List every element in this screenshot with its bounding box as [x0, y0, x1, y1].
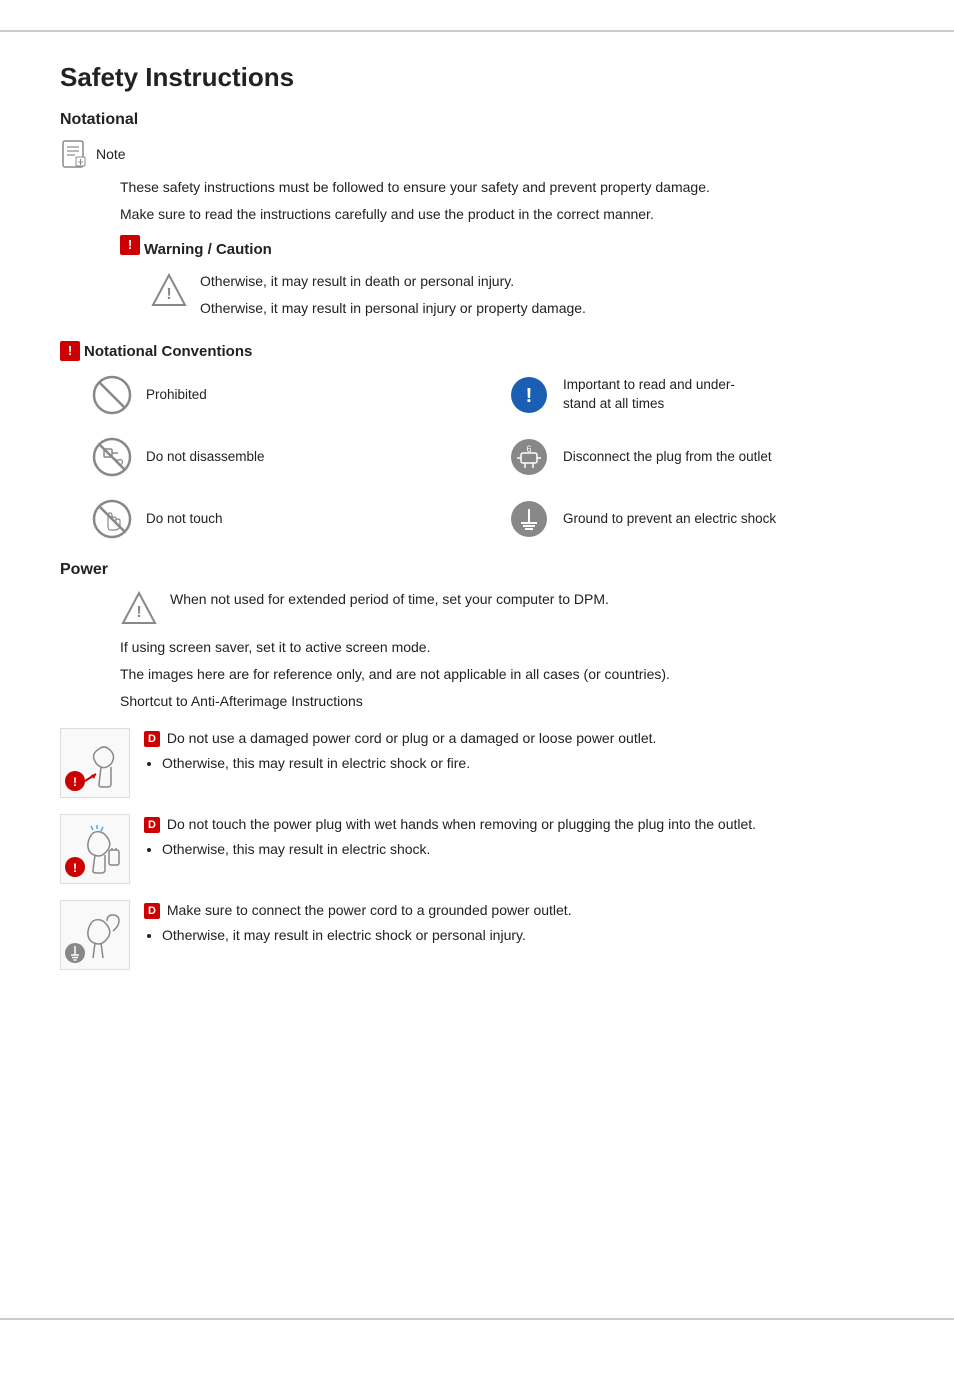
power-item3-main: D Make sure to connect the power cord to… — [144, 900, 894, 921]
warning-text1: Otherwise, it may result in death or per… — [200, 271, 894, 292]
note-label: Note — [96, 146, 126, 162]
power-img-1: ! — [60, 728, 130, 798]
convention-disassemble: Do not disassemble — [90, 435, 477, 479]
svg-text:!: ! — [73, 861, 77, 875]
warning-caution-row: ! Warning / Caution — [120, 235, 894, 265]
prohibited-label: Prohibited — [146, 386, 207, 405]
power-text4: Shortcut to Anti-Afterimage Instructions — [120, 691, 894, 712]
convention-disconnect: 6 Disconnect the plug from the outlet — [507, 435, 894, 479]
power-warning-icon: ! — [120, 589, 158, 627]
power-item2-bullet: Otherwise, this may result in electric s… — [162, 839, 894, 860]
svg-text:!: ! — [166, 286, 171, 303]
conventions-title-row: ! Notational Conventions — [60, 341, 894, 361]
power-item3-icon: D — [144, 903, 160, 919]
note-row: Note — [60, 139, 894, 169]
power-items: ! D Do not use a damaged power cord or p… — [60, 728, 894, 970]
power-item2-main: D Do not touch the power plug with wet h… — [144, 814, 894, 835]
notational-body1: These safety instructions must be follow… — [120, 177, 894, 198]
svg-text:!: ! — [136, 604, 141, 621]
power-item1-bullet: Otherwise, this may result in electric s… — [162, 753, 894, 774]
power-item1-icon: D — [144, 731, 160, 747]
important-label: Important to read and under-stand at all… — [563, 376, 735, 414]
power-heading: Power — [60, 561, 894, 579]
power-item3-bullet: Otherwise, it may result in electric sho… — [162, 925, 894, 946]
power-text2: If using screen saver, set it to active … — [120, 637, 894, 658]
conventions-title: Notational Conventions — [84, 343, 252, 360]
prohibited-icon — [90, 373, 134, 417]
power-text-block-3: D Make sure to connect the power cord to… — [144, 900, 894, 948]
ground-label: Ground to prevent an electric shock — [563, 510, 776, 529]
power-text-block-2: D Do not touch the power plug with wet h… — [144, 814, 894, 862]
notational-heading: Notational — [60, 111, 894, 129]
convention-touch: Do not touch — [90, 497, 477, 541]
power-text3: The images here are for reference only, … — [120, 664, 894, 685]
touch-icon — [90, 497, 134, 541]
page-container: Safety Instructions Notational Note Thes… — [0, 30, 954, 1320]
convention-ground: Ground to prevent an electric shock — [507, 497, 894, 541]
power-item-2: ! D Do not touch the power plug with w — [60, 814, 894, 884]
svg-text:!: ! — [73, 775, 77, 789]
power-item-1: ! D Do not use a damaged power cord or p… — [60, 728, 894, 798]
power-text1: When not used for extended period of tim… — [170, 589, 609, 610]
ground-icon — [507, 497, 551, 541]
svg-text:!: ! — [526, 385, 533, 407]
power-item-3: D Make sure to connect the power cord to… — [60, 900, 894, 970]
disconnect-label: Disconnect the plug from the outlet — [563, 448, 772, 467]
disconnect-icon: 6 — [507, 435, 551, 479]
warning-caution-label: Warning / Caution — [144, 235, 272, 265]
power-img-2: ! — [60, 814, 130, 884]
conventions-grid: Prohibited ! Important to read and under… — [90, 373, 894, 541]
warning-triangle-icon: ! — [150, 271, 188, 309]
power-text-block-1: D Do not use a damaged power cord or plu… — [144, 728, 894, 776]
disassemble-icon — [90, 435, 134, 479]
page-title: Safety Instructions — [60, 62, 894, 93]
power-item1-main: D Do not use a damaged power cord or plu… — [144, 728, 894, 749]
power-item2-icon: D — [144, 817, 160, 833]
warning-text2: Otherwise, it may result in personal inj… — [200, 298, 894, 319]
note-icon — [60, 139, 90, 169]
important-icon: ! — [507, 373, 551, 417]
touch-label: Do not touch — [146, 510, 223, 529]
warning-exclaim-icon: ! — [120, 235, 140, 255]
power-img-3 — [60, 900, 130, 970]
convention-prohibited: Prohibited — [90, 373, 477, 417]
conventions-exclaim-icon: ! — [60, 341, 80, 361]
notational-body2: Make sure to read the instructions caref… — [120, 204, 894, 225]
convention-important: ! Important to read and under-stand at a… — [507, 373, 894, 417]
disassemble-label: Do not disassemble — [146, 448, 265, 467]
